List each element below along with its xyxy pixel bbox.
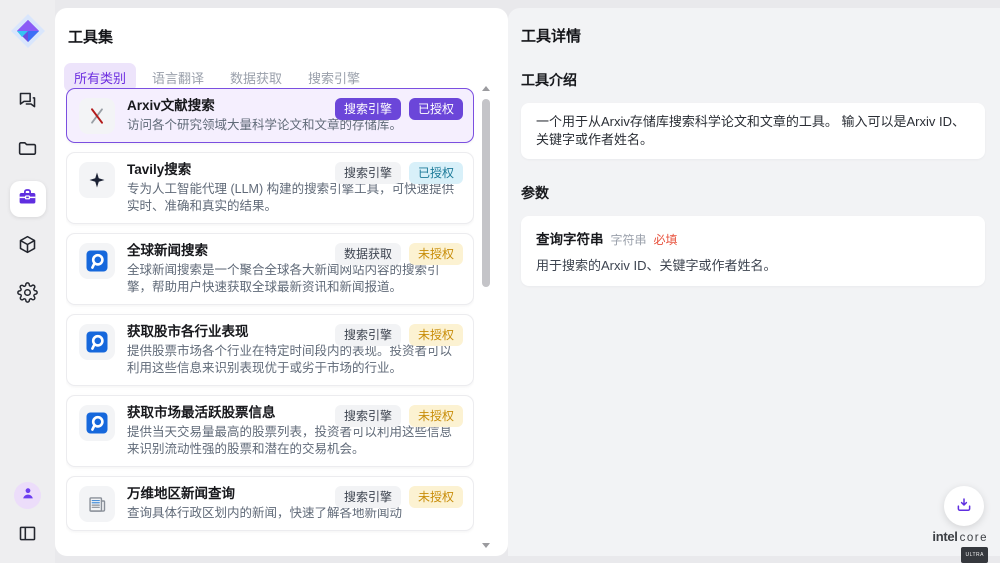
download-button[interactable] [944,486,984,526]
app-logo-icon [10,13,46,49]
blue-search-icon [79,324,115,360]
tool-card[interactable]: 万维地区新闻查询 查询具体行政区划内的新闻，快速了解各地新闻动 搜索引擎 未授权 [66,476,474,531]
tool-description: 全球新闻搜索是一个聚合全球各大新闻网站内容的搜索引擎，帮助用户快速获取全球最新资… [127,262,461,296]
sparkle-icon [79,162,115,198]
auth-status-badge: 已授权 [409,162,463,184]
category-badge: 搜索引擎 [335,162,401,184]
detail-title: 工具详情 [521,25,985,46]
param-card: 查询字符串 字符串 必填 用于搜索的Arxiv ID、关键字或作者姓名。 [521,216,985,286]
param-desc: 用于搜索的Arxiv ID、关键字或作者姓名。 [536,255,970,274]
page-title: 工具集 [68,26,508,47]
tool-description: 提供当天交易量最高的股票列表，投资者可以利用这些信息来识别流动性强的股票和潜在的… [127,424,461,458]
param-name: 查询字符串 [536,228,604,248]
download-icon [955,496,973,517]
toggle-sidebar[interactable] [13,521,43,551]
category-badge: 搜索引擎 [335,405,401,427]
tool-description: 提供股票市场各个行业在特定时间段内的表现。投资者可以利用这些信息来识别表现优于或… [127,343,461,377]
auth-status-badge: 未授权 [409,243,463,265]
nav-packages[interactable] [10,229,46,265]
brand-ultra-badge: ULTRA [961,547,988,563]
brand-core: core [960,531,988,545]
tool-card[interactable]: Tavily搜索 专为人工智能代理 (LLM) 构建的搜索引擎工具，可快速提供实… [66,152,474,224]
newspaper-icon [79,486,115,522]
user-avatar[interactable] [14,482,41,509]
nav-chat[interactable] [10,85,46,121]
auth-status-badge: 未授权 [409,486,463,508]
intel-core-logo: intel core ULTRA [932,530,988,563]
tool-card[interactable]: 获取股市各行业表现 提供股票市场各个行业在特定时间段内的表现。投资者可以利用这些… [66,314,474,386]
rail-bottom [13,482,43,551]
chat-icon [17,90,38,116]
tool-card[interactable]: Arxiv文献搜索 访问各个研究领域大量科学论文和文章的存储库。 搜索引擎 已授… [66,88,474,143]
folder-icon [17,138,38,164]
left-rail [0,0,55,563]
blue-search-icon [79,405,115,441]
person-icon [20,485,36,506]
category-badge: 搜索引擎 [335,98,401,120]
cube-icon [17,234,38,260]
nav-settings[interactable] [10,277,46,313]
tool-list: Arxiv文献搜索 访问各个研究领域大量科学论文和文章的存储库。 搜索引擎 已授… [66,88,474,556]
intro-card: 一个用于从Arxiv存储库搜索科学论文和文章的工具。 输入可以是Arxiv ID… [521,103,985,159]
param-type: 字符串 [611,231,647,248]
list-scrollbar[interactable] [481,86,491,548]
brand-intel: intel [932,530,957,544]
auth-status-badge: 未授权 [409,405,463,427]
tool-list-panel: 工具集 所有类别语言翻译数据获取搜索引擎 Arxiv文献搜索 访问各个研究领域大… [55,8,508,556]
gear-icon [17,282,38,308]
category-badge: 搜索引擎 [335,324,401,346]
nav-files[interactable] [10,133,46,169]
scrollbar-thumb[interactable] [482,99,490,287]
tool-detail-panel: 工具详情 工具介绍 一个用于从Arxiv存储库搜索科学论文和文章的工具。 输入可… [508,8,1000,556]
category-badge: 数据获取 [335,243,401,265]
params-heading: 参数 [521,183,985,203]
intro-heading: 工具介绍 [521,70,985,90]
scroll-up-arrow-icon[interactable] [482,86,490,91]
toolbox-icon [17,186,38,212]
auth-status-badge: 已授权 [409,98,463,120]
rail-nav [10,85,46,313]
intro-text: 一个用于从Arxiv存储库搜索科学论文和文章的工具。 输入可以是Arxiv ID… [536,114,965,147]
layout-panel-icon [17,523,38,549]
arxiv-icon [79,98,115,134]
scroll-down-arrow-icon[interactable] [482,543,490,548]
nav-tools[interactable] [10,181,46,217]
tool-card[interactable]: 获取市场最活跃股票信息 提供当天交易量最高的股票列表，投资者可以利用这些信息来识… [66,395,474,467]
auth-status-badge: 未授权 [409,324,463,346]
blue-search-icon [79,243,115,279]
category-badge: 搜索引擎 [335,486,401,508]
param-required-badge: 必填 [654,231,678,248]
tool-description: 专为人工智能代理 (LLM) 构建的搜索引擎工具，可快速提供实时、准确和真实的结… [127,181,461,215]
tool-card[interactable]: 全球新闻搜索 全球新闻搜索是一个聚合全球各大新闻网站内容的搜索引擎，帮助用户快速… [66,233,474,305]
